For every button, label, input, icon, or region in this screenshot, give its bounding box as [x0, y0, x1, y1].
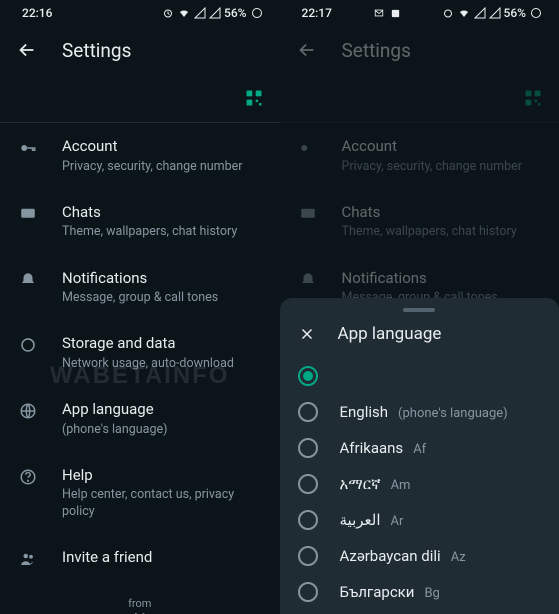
- settings-item-notifications[interactable]: NotificationsMessage, group & call tones: [0, 255, 280, 321]
- status-time: 22:16: [22, 6, 52, 20]
- screenshot-left: 22:16 56% Settings Account Privacy, secur…: [0, 0, 280, 614]
- item-title: App language: [62, 400, 167, 420]
- people-icon: [18, 549, 38, 569]
- footer: from Meta: [0, 583, 280, 614]
- item-sub: Network usage, auto-download: [62, 356, 234, 372]
- language-option[interactable]: English(phone's language): [280, 394, 559, 430]
- back-icon[interactable]: [296, 39, 318, 61]
- item-title: Chats: [62, 203, 237, 223]
- key-icon: [18, 138, 38, 158]
- qr-icon[interactable]: [523, 88, 543, 108]
- page-title: Settings: [62, 39, 131, 62]
- battery-icon: [250, 7, 264, 19]
- qr-icon[interactable]: [244, 88, 264, 108]
- settings-item-invite[interactable]: Invite a friend: [0, 534, 280, 583]
- battery-pct: 56%: [504, 6, 526, 20]
- status-bar: 22:17 56%: [280, 0, 559, 26]
- item-title: Notifications: [62, 269, 218, 289]
- signal-icon-2: [489, 7, 501, 19]
- chat-icon: [298, 204, 318, 224]
- settings-item-chats[interactable]: ChatsTheme, wallpapers, chat history: [0, 189, 280, 255]
- radio[interactable]: [298, 474, 318, 494]
- radio[interactable]: [298, 402, 318, 422]
- language-option[interactable]: AfrikaansAf: [280, 430, 559, 466]
- close-icon[interactable]: [298, 325, 316, 343]
- wifi-icon: [177, 7, 191, 19]
- help-icon: [18, 467, 38, 487]
- language-option[interactable]: Azərbaycan diliAz: [280, 538, 559, 574]
- item-sub: Help center, contact us, privacy policy: [62, 487, 264, 520]
- battery-icon: [529, 7, 543, 19]
- screenshot-right: 22:17 56% Settings AccountPrivacy, secur…: [280, 0, 559, 614]
- gmail-icon: [373, 8, 385, 18]
- item-sub: (phone's language): [62, 422, 167, 438]
- signal-icon: [194, 7, 206, 19]
- photos-icon: [390, 8, 401, 19]
- qr-row: [280, 74, 559, 122]
- battery-pct: 56%: [224, 6, 246, 20]
- globe-icon: [18, 401, 38, 421]
- sheet-handle[interactable]: [403, 308, 435, 312]
- settings-item-language[interactable]: App language (phone's language): [0, 386, 280, 452]
- page-title: Settings: [342, 39, 411, 62]
- chat-icon: [18, 204, 38, 224]
- signal-icon: [474, 7, 486, 19]
- status-icons: 56%: [162, 6, 263, 20]
- language-option[interactable]: БългарскиBg: [280, 574, 559, 610]
- status-bar: 22:16 56%: [0, 0, 280, 26]
- language-option[interactable]: العربيةAr: [280, 502, 559, 538]
- wifi-icon: [457, 7, 471, 19]
- app-header: Settings: [0, 26, 280, 74]
- app-header: Settings: [280, 26, 559, 74]
- key-icon: [298, 138, 318, 158]
- storage-icon: [18, 335, 38, 355]
- item-sub: Message, group & call tones: [62, 290, 218, 306]
- bell-icon: [298, 270, 318, 290]
- alarm-icon: [162, 7, 174, 19]
- item-title: Invite a friend: [62, 548, 152, 568]
- language-list: English(phone's language) AfrikaansAf አማ…: [280, 358, 559, 614]
- language-option[interactable]: [280, 358, 559, 394]
- alarm-icon: [442, 7, 454, 19]
- settings-list: AccountPrivacy, security, change number …: [0, 123, 280, 583]
- signal-icon-2: [209, 7, 221, 19]
- radio[interactable]: [298, 438, 318, 458]
- settings-item-account[interactable]: AccountPrivacy, security, change number: [280, 123, 559, 189]
- qr-row: [0, 74, 280, 122]
- item-title: Help: [62, 466, 264, 486]
- back-icon[interactable]: [16, 39, 38, 61]
- language-option[interactable]: አማርኛAm: [280, 466, 559, 502]
- settings-item-chats[interactable]: ChatsTheme, wallpapers, chat history: [280, 189, 559, 255]
- radio[interactable]: [298, 546, 318, 566]
- settings-item-help[interactable]: HelpHelp center, contact us, privacy pol…: [0, 452, 280, 534]
- status-time: 22:17: [302, 6, 332, 20]
- footer-from: from: [0, 597, 280, 610]
- settings-item-storage[interactable]: Storage and data Network usage, auto-down…: [0, 320, 280, 386]
- language-sheet: App language English(phone's language) A…: [280, 298, 559, 614]
- item-title: Storage and data: [62, 334, 234, 354]
- radio[interactable]: [298, 510, 318, 530]
- item-sub: Privacy, security, change number: [62, 159, 243, 175]
- sheet-title: App language: [338, 324, 442, 344]
- item-sub: Theme, wallpapers, chat history: [62, 224, 237, 240]
- radio[interactable]: [298, 582, 318, 602]
- bell-icon: [18, 270, 38, 290]
- status-icons: 56%: [442, 6, 543, 20]
- item-title: Account: [62, 137, 243, 157]
- radio-selected[interactable]: [298, 366, 318, 386]
- settings-item-account[interactable]: Account Privacy, security, change number: [0, 123, 280, 189]
